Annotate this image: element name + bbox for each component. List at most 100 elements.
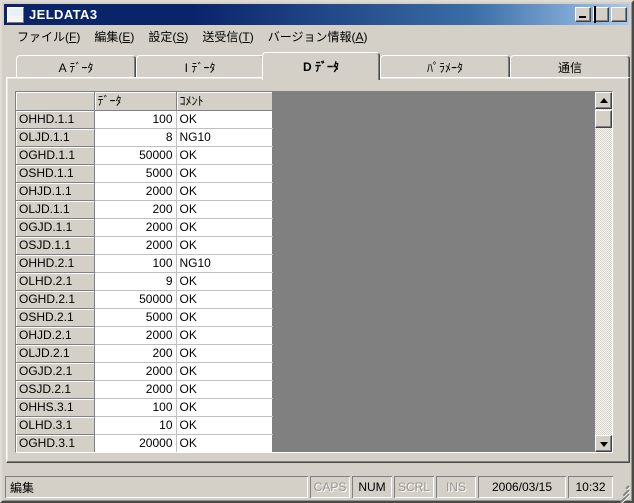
- row-header-cell[interactable]: OLJD.2.1: [16, 344, 95, 363]
- row-header-cell[interactable]: OSHD.2.1: [16, 308, 95, 327]
- menu-item-settings[interactable]: 設定(S): [141, 26, 195, 47]
- grid-column-header-data[interactable]: ﾃﾞｰﾀ: [94, 92, 177, 111]
- data-value-cell[interactable]: 2000: [94, 218, 177, 237]
- minimize-button[interactable]: [575, 7, 591, 22]
- tab-d-data[interactable]: D ﾃﾞｰﾀ: [262, 52, 380, 80]
- data-value-cell[interactable]: 50000: [94, 146, 177, 165]
- comment-cell[interactable]: OK: [176, 164, 273, 183]
- row-header-cell[interactable]: OHHS.3.1: [16, 398, 95, 417]
- row-header-cell[interactable]: OGHD.3.1: [16, 434, 95, 452]
- comment-cell[interactable]: OK: [176, 272, 273, 291]
- data-value-cell[interactable]: 200: [94, 200, 177, 219]
- comment-cell[interactable]: OK: [176, 290, 273, 309]
- data-value-cell[interactable]: 8: [94, 128, 177, 147]
- row-header-cell[interactable]: OLJD.1.1: [16, 200, 95, 219]
- data-value-cell[interactable]: 2000: [94, 236, 177, 255]
- row-header-cell[interactable]: OSHD.1.1: [16, 164, 95, 183]
- table-row[interactable]: OGHD.2.1 50000 OK: [16, 290, 273, 309]
- row-header-cell[interactable]: OLHD.3.1: [16, 416, 95, 435]
- row-header-cell[interactable]: OGJD.1.1: [16, 218, 95, 237]
- row-header-cell[interactable]: OGJD.2.1: [16, 362, 95, 381]
- row-header-cell[interactable]: OGHD.2.1: [16, 290, 95, 309]
- scroll-up-arrow-icon[interactable]: [595, 92, 612, 109]
- scrollbar-thumb[interactable]: [595, 110, 612, 128]
- table-row[interactable]: OSJD.1.1 2000 OK: [16, 236, 273, 255]
- menu-item-transmit-receive[interactable]: 送受信(T): [195, 26, 260, 47]
- data-value-cell[interactable]: 5000: [94, 308, 177, 327]
- table-row[interactable]: OGJD.1.1 2000 OK: [16, 218, 273, 237]
- row-header-cell[interactable]: OLJD.1.1: [16, 128, 95, 147]
- comment-cell[interactable]: OK: [176, 344, 273, 363]
- comment-cell[interactable]: OK: [176, 398, 273, 417]
- comment-cell[interactable]: OK: [176, 110, 273, 129]
- comment-cell[interactable]: NG10: [176, 128, 273, 147]
- table-row[interactable]: OHHD.1.1 100 OK: [16, 110, 273, 129]
- data-value-cell[interactable]: 2000: [94, 182, 177, 201]
- menu-item-file[interactable]: ファイル(F): [10, 26, 87, 47]
- comment-cell[interactable]: OK: [176, 434, 273, 452]
- data-value-cell[interactable]: 10: [94, 416, 177, 435]
- data-value-cell[interactable]: 2000: [94, 380, 177, 399]
- table-row[interactable]: OLJD.1.1 200 OK: [16, 200, 273, 219]
- data-value-cell[interactable]: 100: [94, 110, 177, 129]
- maximize-button[interactable]: [593, 6, 609, 23]
- tab-communication[interactable]: 通信: [510, 55, 630, 78]
- data-value-cell[interactable]: 2000: [94, 362, 177, 381]
- table-row[interactable]: OSHD.1.1 5000 OK: [16, 164, 273, 183]
- comment-cell[interactable]: OK: [176, 182, 273, 201]
- table-row[interactable]: OLHD.2.1 9 OK: [16, 272, 273, 291]
- tab-parameter[interactable]: ﾊﾟﾗﾒｰﾀ: [380, 55, 510, 78]
- row-header-cell[interactable]: OSJD.2.1: [16, 380, 95, 399]
- tab-i-data[interactable]: I ﾃﾞｰﾀ: [136, 55, 264, 78]
- table-row[interactable]: OSJD.2.1 2000 OK: [16, 380, 273, 399]
- table-row[interactable]: OGHD.1.1 50000 OK: [16, 146, 273, 165]
- comment-cell[interactable]: OK: [176, 218, 273, 237]
- table-row[interactable]: OSHD.2.1 5000 OK: [16, 308, 273, 327]
- vertical-scrollbar[interactable]: [595, 92, 612, 452]
- comment-cell[interactable]: OK: [176, 146, 273, 165]
- close-button[interactable]: [611, 7, 627, 22]
- row-header-cell[interactable]: OHHD.1.1: [16, 110, 95, 129]
- tab-a-data[interactable]: A ﾃﾞｰﾀ: [16, 55, 136, 78]
- table-row[interactable]: OHJD.1.1 2000 OK: [16, 182, 273, 201]
- scrollbar-track[interactable]: [595, 109, 612, 435]
- data-value-cell[interactable]: 5000: [94, 164, 177, 183]
- menu-item-edit[interactable]: 編集(E): [87, 26, 141, 47]
- data-grid-viewport[interactable]: ﾃﾞｰﾀ ｺﾒﾝﾄ OHHD.1.1 100 OK OLJD.1.1 8 NG10 OGHD…: [16, 92, 596, 452]
- row-header-cell[interactable]: OHJD.2.1: [16, 326, 95, 345]
- data-value-cell[interactable]: 2000: [94, 326, 177, 345]
- table-row[interactable]: OLHD.3.1 10 OK: [16, 416, 273, 435]
- table-row[interactable]: OLJD.1.1 8 NG10: [16, 128, 273, 147]
- comment-cell[interactable]: OK: [176, 326, 273, 345]
- row-header-cell[interactable]: OHJD.1.1: [16, 182, 95, 201]
- data-value-cell[interactable]: 20000: [94, 434, 177, 452]
- grid-column-header-comment[interactable]: ｺﾒﾝﾄ: [176, 92, 273, 111]
- comment-cell[interactable]: OK: [176, 416, 273, 435]
- row-header-cell[interactable]: OHHD.2.1: [16, 254, 95, 273]
- comment-cell[interactable]: OK: [176, 200, 273, 219]
- row-header-cell[interactable]: OLHD.2.1: [16, 272, 95, 291]
- comment-cell[interactable]: NG10: [176, 254, 273, 273]
- data-value-cell[interactable]: 9: [94, 272, 177, 291]
- resize-grip-icon[interactable]: [615, 476, 631, 503]
- data-grid-container: ﾃﾞｰﾀ ｺﾒﾝﾄ OHHD.1.1 100 OK OLJD.1.1 8 NG10 OGHD…: [15, 91, 613, 453]
- data-value-cell[interactable]: 200: [94, 344, 177, 363]
- table-row[interactable]: OHHS.3.1 100 OK: [16, 398, 273, 417]
- table-row[interactable]: OHHD.2.1 100 NG10: [16, 254, 273, 273]
- scroll-down-arrow-icon[interactable]: [595, 435, 612, 452]
- comment-cell[interactable]: OK: [176, 236, 273, 255]
- data-value-cell[interactable]: 50000: [94, 290, 177, 309]
- table-row[interactable]: OHJD.2.1 2000 OK: [16, 326, 273, 345]
- table-row[interactable]: OLJD.2.1 200 OK: [16, 344, 273, 363]
- comment-cell[interactable]: OK: [176, 380, 273, 399]
- data-value-cell[interactable]: 100: [94, 254, 177, 273]
- grid-corner-header[interactable]: [16, 92, 95, 111]
- comment-cell[interactable]: OK: [176, 362, 273, 381]
- row-header-cell[interactable]: OGHD.1.1: [16, 146, 95, 165]
- table-row[interactable]: OGJD.2.1 2000 OK: [16, 362, 273, 381]
- comment-cell[interactable]: OK: [176, 308, 273, 327]
- row-header-cell[interactable]: OSJD.1.1: [16, 236, 95, 255]
- table-row[interactable]: OGHD.3.1 20000 OK: [16, 434, 273, 452]
- data-value-cell[interactable]: 100: [94, 398, 177, 417]
- menu-item-version-info[interactable]: バージョン情報(A): [261, 26, 375, 47]
